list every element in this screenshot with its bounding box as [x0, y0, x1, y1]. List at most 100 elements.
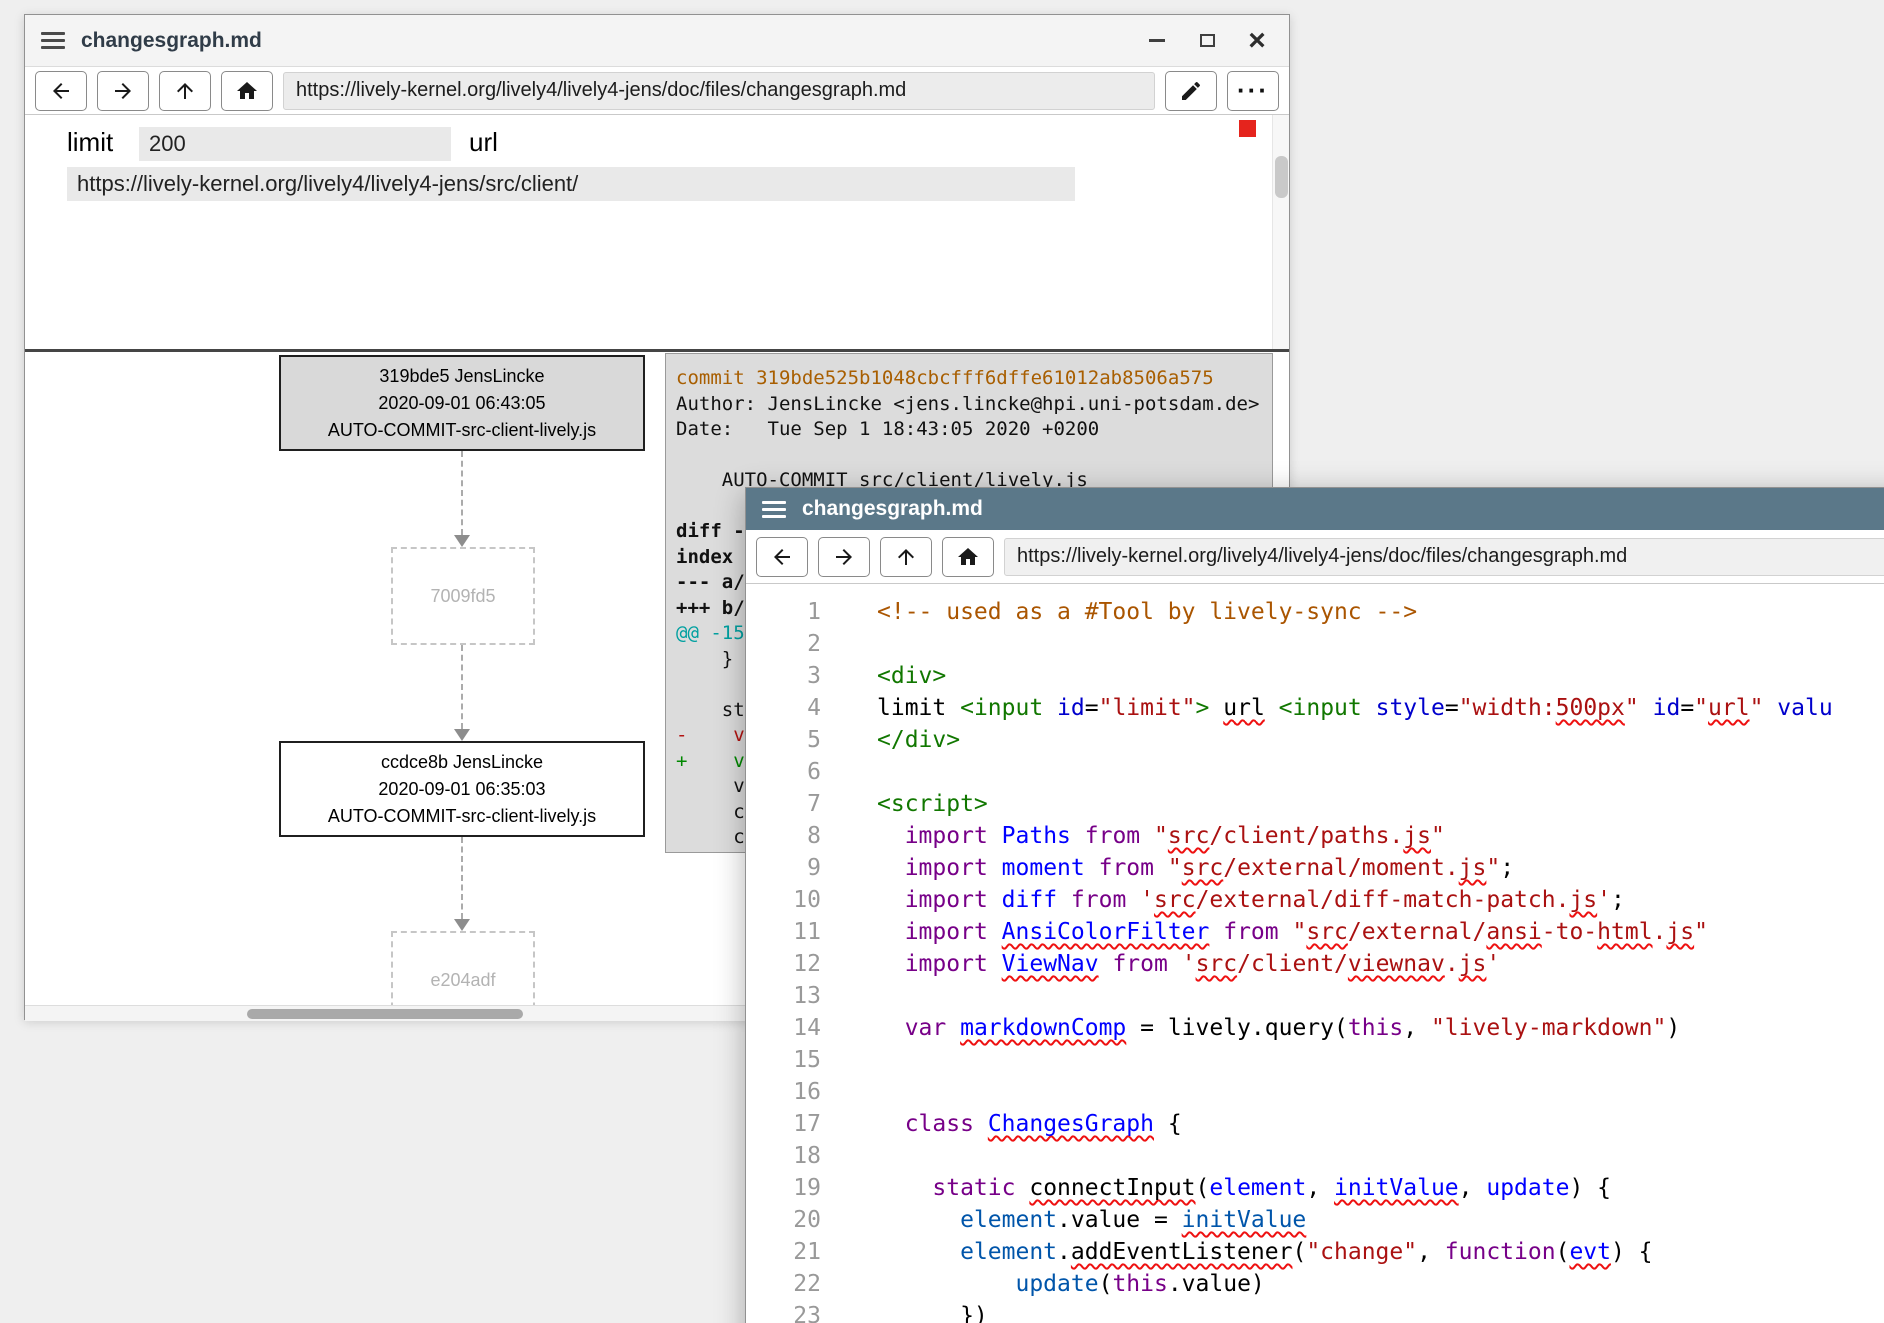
code-line[interactable]: 5</div>	[746, 724, 1884, 756]
diff-line	[676, 443, 1268, 469]
menu-icon[interactable]	[41, 32, 65, 49]
window-changesgraph-front: changesgraph.md 1<!-- used as a #Tool by…	[745, 487, 1884, 1323]
code-line[interactable]: 18	[746, 1140, 1884, 1172]
line-number: 8	[746, 820, 821, 852]
code-line[interactable]: 6	[746, 756, 1884, 788]
limit-label: limit	[67, 127, 113, 158]
code-line[interactable]: 17 class ChangesGraph {	[746, 1108, 1884, 1140]
code-editor[interactable]: 1<!-- used as a #Tool by lively-sync -->…	[746, 584, 1884, 1323]
minimize-button[interactable]	[1145, 29, 1169, 53]
menu-icon[interactable]	[762, 501, 786, 518]
code-line[interactable]: 3<div>	[746, 660, 1884, 692]
back-button[interactable]	[35, 71, 87, 111]
vertical-scrollbar[interactable]	[1272, 115, 1289, 349]
code-line[interactable]: 13	[746, 980, 1884, 1012]
commit-node-e204adf[interactable]: e204adf	[391, 931, 535, 1005]
maximize-icon	[1200, 34, 1215, 47]
minimize-icon	[1149, 39, 1165, 42]
code-text: import moment from "src/external/moment.…	[821, 852, 1514, 884]
line-number: 20	[746, 1204, 821, 1236]
code-text	[821, 1140, 877, 1172]
edit-button[interactable]	[1165, 71, 1217, 111]
code-line[interactable]: 21 element.addEventListener("change", fu…	[746, 1236, 1884, 1268]
code-line[interactable]: 8 import Paths from "src/client/paths.js…	[746, 820, 1884, 852]
horizontal-scrollbar-thumb[interactable]	[247, 1009, 523, 1019]
more-options-button[interactable]: ···	[1227, 71, 1279, 111]
code-text: })	[821, 1300, 988, 1323]
back-button[interactable]	[756, 537, 808, 577]
code-text	[821, 980, 877, 1012]
code-line[interactable]: 1<!-- used as a #Tool by lively-sync -->	[746, 596, 1884, 628]
diff-line: Date: Tue Sep 1 18:43:05 2020 +0200	[676, 417, 1268, 443]
commit-node-line: AUTO-COMMIT-src-client-lively.js	[281, 417, 643, 444]
graph-edge	[461, 645, 463, 729]
code-text: update(this.value)	[821, 1268, 1265, 1300]
commit-node-line: e204adf	[393, 967, 533, 994]
code-text: <div>	[821, 660, 946, 692]
commit-node-line: ccdce8b JensLincke	[281, 749, 643, 776]
line-number: 22	[746, 1268, 821, 1300]
line-number: 11	[746, 916, 821, 948]
line-number: 9	[746, 852, 821, 884]
maximize-button[interactable]	[1195, 29, 1219, 53]
repo-url-input[interactable]	[67, 167, 1075, 201]
code-text	[821, 756, 877, 788]
code-line[interactable]: 22 update(this.value)	[746, 1268, 1884, 1300]
commit-node-ccdce8b[interactable]: ccdce8b JensLincke 2020-09-01 06:35:03 A…	[279, 741, 645, 837]
line-number: 23	[746, 1300, 821, 1323]
window-controls: ×	[1145, 29, 1273, 53]
code-line[interactable]: 23 })	[746, 1300, 1884, 1323]
line-number: 2	[746, 628, 821, 660]
code-line[interactable]: 11 import AnsiColorFilter from "src/exte…	[746, 916, 1884, 948]
code-text	[821, 1076, 877, 1108]
url-label: url	[469, 127, 498, 158]
line-number: 18	[746, 1140, 821, 1172]
home-icon	[235, 79, 259, 103]
code-line[interactable]: 2	[746, 628, 1884, 660]
limit-input[interactable]	[139, 127, 451, 161]
code-line[interactable]: 12 import ViewNav from 'src/client/viewn…	[746, 948, 1884, 980]
code-text: limit <input id="limit"> url <input styl…	[821, 692, 1833, 724]
forward-button[interactable]	[97, 71, 149, 111]
arrow-up-icon	[173, 79, 197, 103]
close-button[interactable]: ×	[1245, 29, 1269, 53]
code-line[interactable]: 4limit <input id="limit"> url <input sty…	[746, 692, 1884, 724]
address-bar[interactable]	[283, 72, 1155, 110]
line-number: 16	[746, 1076, 821, 1108]
commit-node-7009fd5[interactable]: 7009fd5	[391, 547, 535, 645]
forward-button[interactable]	[818, 537, 870, 577]
graph-settings-pane: limit url	[25, 115, 1289, 349]
line-number: 14	[746, 1012, 821, 1044]
window1-titlebar[interactable]: changesgraph.md ×	[25, 15, 1289, 67]
window1-title: changesgraph.md	[81, 29, 262, 53]
diff-line: Author: JensLincke <jens.lincke@hpi.uni-…	[676, 392, 1268, 418]
code-text: import AnsiColorFilter from "src/externa…	[821, 916, 1708, 948]
commit-node-line: 319bde5 JensLincke	[281, 363, 643, 390]
address-bar[interactable]	[1004, 538, 1884, 576]
up-button[interactable]	[880, 537, 932, 577]
arrow-left-icon	[770, 545, 794, 569]
code-line[interactable]: 16	[746, 1076, 1884, 1108]
window1-toolbar: ···	[25, 67, 1289, 115]
code-text: element.addEventListener("change", funct…	[821, 1236, 1653, 1268]
commit-node-319bde5[interactable]: 319bde5 JensLincke 2020-09-01 06:43:05 A…	[279, 355, 645, 451]
code-line[interactable]: 19 static connectInput(element, initValu…	[746, 1172, 1884, 1204]
window2-titlebar[interactable]: changesgraph.md	[746, 488, 1884, 530]
home-button[interactable]	[942, 537, 994, 577]
code-line[interactable]: 15	[746, 1044, 1884, 1076]
code-line[interactable]: 9 import moment from "src/external/momen…	[746, 852, 1884, 884]
code-line[interactable]: 14 var markdownComp = lively.query(this,…	[746, 1012, 1884, 1044]
vertical-scrollbar-thumb[interactable]	[1275, 156, 1288, 198]
code-text: import Paths from "src/client/paths.js"	[821, 820, 1445, 852]
graph-edge	[461, 451, 463, 535]
code-line[interactable]: 10 import diff from 'src/external/diff-m…	[746, 884, 1884, 916]
home-button[interactable]	[221, 71, 273, 111]
line-number: 7	[746, 788, 821, 820]
code-text: var markdownComp = lively.query(this, "l…	[821, 1012, 1680, 1044]
line-number: 3	[746, 660, 821, 692]
graph-edge	[461, 837, 463, 919]
code-line[interactable]: 7<script>	[746, 788, 1884, 820]
code-text	[821, 628, 877, 660]
code-line[interactable]: 20 element.value = initValue	[746, 1204, 1884, 1236]
up-button[interactable]	[159, 71, 211, 111]
